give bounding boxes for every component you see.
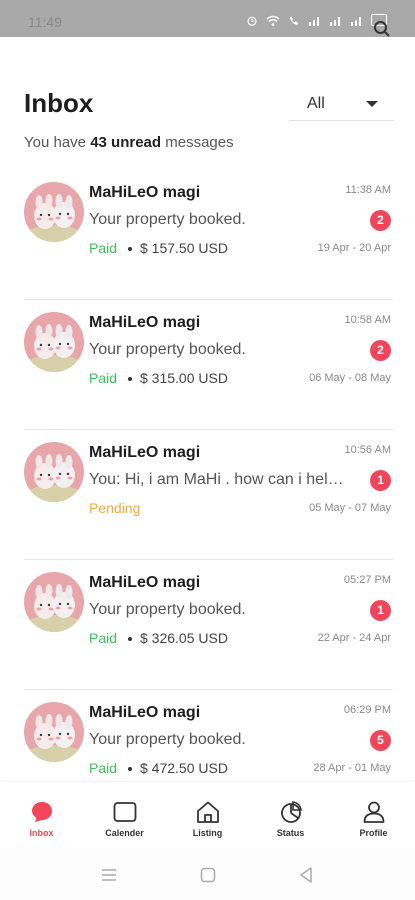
unread-badge: 2: [370, 340, 391, 361]
booking-dates: 06 May - 08 May: [309, 372, 391, 384]
sender-name: MaHiLeO magi: [89, 314, 201, 331]
booking-dates: 28 Apr - 01 May: [313, 762, 391, 774]
signal-2-icon: [351, 16, 361, 26]
sender-name: MaHiLeO magi: [89, 444, 201, 461]
tab-calender[interactable]: Calender: [83, 782, 166, 848]
tab-status[interactable]: Status: [249, 782, 332, 848]
tab-label: Inbox: [29, 828, 54, 838]
alarm-icon: [247, 16, 257, 26]
payment-status: Paid: [89, 240, 118, 256]
payment-status: Paid: [89, 630, 118, 646]
message-time: 10:56 AM: [344, 444, 391, 456]
unread-badge: 1: [370, 600, 391, 621]
message-preview: Your property booked.: [89, 601, 246, 618]
system-nav-bar: [0, 848, 415, 900]
separator-dot: [128, 247, 132, 251]
signal-icon: [330, 16, 340, 26]
tab-label: Calender: [105, 828, 144, 838]
sender-name: MaHiLeO magi: [89, 184, 201, 201]
tab-label: Status: [276, 828, 305, 838]
avatar: [24, 442, 84, 502]
message-preview: Your property booked.: [89, 341, 246, 358]
user-icon: [363, 801, 385, 823]
unread-badge: 2: [370, 210, 391, 231]
pie-chart-icon: [281, 801, 302, 823]
signal-lte-icon: [309, 16, 319, 26]
tab-listing[interactable]: Listing: [166, 782, 249, 848]
unread-badge: 5: [370, 730, 391, 751]
unread-count: 43 unread: [90, 134, 162, 151]
booking-price: $ 315.00 USD: [140, 370, 228, 386]
unread-suffix: messages: [161, 134, 234, 151]
avatar: [24, 702, 84, 762]
chat-bubble-icon: [32, 802, 52, 822]
tab-inbox[interactable]: Inbox: [0, 782, 83, 848]
tab-label: Profile: [359, 828, 388, 838]
tab-profile[interactable]: Profile: [332, 782, 415, 848]
calendar-icon: [113, 802, 137, 822]
message-preview: Your property booked.: [89, 211, 246, 228]
call-icon: [289, 16, 299, 25]
unread-badge: 1: [370, 470, 391, 491]
separator-dot: [128, 637, 132, 641]
payment-status: Pending: [89, 500, 141, 516]
message-row[interactable]: MaHiLeO magi 10:58 AM Your property book…: [24, 300, 393, 430]
home-icon: [197, 801, 219, 823]
separator-dot: [128, 377, 132, 381]
bottom-tab-bar: Inbox Calender Listing Status Profile: [0, 782, 415, 848]
booking-dates: 19 Apr - 20 Apr: [317, 242, 391, 254]
booking-price: $ 157.50 USD: [140, 240, 228, 256]
message-preview: You: Hi, i am MaHi . how can i help you?: [89, 471, 349, 488]
home-button-icon[interactable]: [199, 866, 217, 884]
message-preview: Your property booked.: [89, 731, 246, 748]
wifi-icon: [266, 15, 280, 26]
booking-price: $ 472.50 USD: [140, 760, 228, 776]
recent-apps-icon[interactable]: [100, 866, 118, 884]
back-icon[interactable]: [297, 866, 315, 884]
filter-value: All: [307, 95, 325, 112]
booking-price: $ 326.05 USD: [140, 630, 228, 646]
filter-dropdown[interactable]: All: [289, 87, 394, 121]
payment-status: Paid: [89, 370, 118, 386]
booking-dates: 22 Apr - 24 Apr: [317, 632, 391, 644]
booking-dates: 05 May - 07 May: [309, 502, 391, 514]
sender-name: MaHiLeO magi: [89, 574, 201, 591]
search-icon[interactable]: [373, 20, 391, 38]
message-time: 06:29 PM: [343, 704, 391, 716]
avatar: [24, 572, 84, 632]
message-time: 11:38 AM: [345, 184, 391, 196]
message-row[interactable]: MaHiLeO magi 10:56 AM You: Hi, i am MaHi…: [24, 430, 393, 560]
separator-dot: [128, 767, 132, 771]
sender-name: MaHiLeO magi: [89, 704, 201, 721]
unread-prefix: You have: [24, 134, 91, 151]
unread-summary: You have 43 unread messages: [24, 134, 234, 151]
payment-status: Paid: [89, 760, 118, 776]
status-icons: [245, 14, 387, 26]
message-row[interactable]: MaHiLeO magi 11:38 AM Your property book…: [24, 170, 393, 300]
caret-down-icon: [366, 101, 378, 107]
message-row[interactable]: MaHiLeO magi 05:27 PM Your property book…: [24, 560, 393, 690]
tab-label: Listing: [192, 828, 223, 838]
message-time: 05:27 PM: [343, 574, 391, 586]
page-title: Inbox: [24, 88, 94, 118]
status-bar: 11:49: [0, 0, 415, 37]
message-time: 10:58 AM: [344, 314, 391, 326]
avatar: [24, 312, 84, 372]
avatar: [24, 182, 84, 242]
